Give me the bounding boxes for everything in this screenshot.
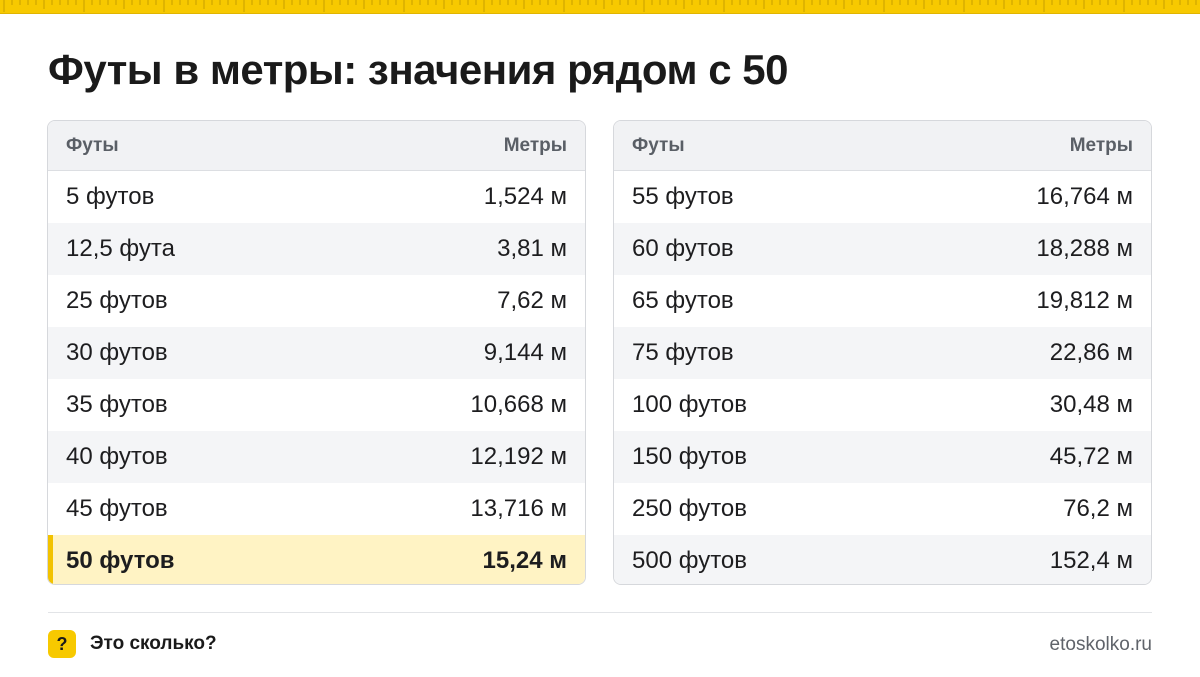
cell-meters: 3,81 м <box>497 235 567 262</box>
table-header: Футы Метры <box>48 121 585 171</box>
cell-meters: 13,716 м <box>470 495 567 522</box>
table-row: 150 футов 45,72 м <box>614 431 1151 483</box>
header-feet: Футы <box>632 134 685 156</box>
conversion-table-right: Футы Метры 55 футов 16,764 м 60 футов 18… <box>613 120 1152 585</box>
cell-feet: 5 футов <box>66 183 155 210</box>
table-row: 30 футов 9,144 м <box>48 327 585 379</box>
cell-meters: 76,2 м <box>1063 495 1133 522</box>
cell-feet: 75 футов <box>632 339 734 366</box>
ruler-strip <box>0 0 1200 14</box>
table-row: 35 футов 10,668 м <box>48 379 585 431</box>
cell-feet: 60 футов <box>632 235 734 262</box>
cell-feet: 12,5 фута <box>66 235 175 262</box>
ruler-ticks <box>3 0 1197 12</box>
footer-divider <box>48 612 1152 613</box>
table-row: 25 футов 7,62 м <box>48 275 585 327</box>
cell-meters: 19,812 м <box>1036 287 1133 314</box>
table-row-highlighted: 50 футов 15,24 м <box>48 535 585 584</box>
table-header: Футы Метры <box>614 121 1151 171</box>
table-row: 500 футов 152,4 м <box>614 535 1151 584</box>
cell-meters: 16,764 м <box>1036 183 1133 210</box>
cell-meters: 30,48 м <box>1049 391 1133 418</box>
cell-meters: 1,524 м <box>483 183 567 210</box>
cell-meters: 15,24 м <box>482 547 567 574</box>
site-url[interactable]: etoskolko.ru <box>1050 634 1152 656</box>
table-row: 100 футов 30,48 м <box>614 379 1151 431</box>
cell-meters: 10,668 м <box>470 391 567 418</box>
cell-meters: 7,62 м <box>497 287 567 314</box>
table-row: 75 футов 22,86 м <box>614 327 1151 379</box>
table-row: 5 футов 1,524 м <box>48 171 585 223</box>
cell-feet: 50 футов <box>66 547 175 574</box>
cell-feet: 500 футов <box>632 547 748 574</box>
brand-name: Это сколько? <box>90 633 217 654</box>
cell-feet: 45 футов <box>66 495 168 522</box>
page-title: Футы в метры: значения рядом с 50 <box>48 46 788 93</box>
table-row: 12,5 фута 3,81 м <box>48 223 585 275</box>
cell-meters: 22,86 м <box>1049 339 1133 366</box>
cell-meters: 45,72 м <box>1049 443 1133 470</box>
conversion-table-left: Футы Метры 5 футов 1,524 м 12,5 фута 3,8… <box>47 120 586 585</box>
table-row: 65 футов 19,812 м <box>614 275 1151 327</box>
question-mark-icon: ? <box>48 630 76 658</box>
cell-meters: 9,144 м <box>483 339 567 366</box>
header-feet: Футы <box>66 134 119 156</box>
cell-feet: 250 футов <box>632 495 748 522</box>
table-row: 250 футов 76,2 м <box>614 483 1151 535</box>
cell-feet: 40 футов <box>66 443 168 470</box>
cell-feet: 100 футов <box>632 391 748 418</box>
cell-feet: 25 футов <box>66 287 168 314</box>
brand-logo[interactable]: ? Это сколько? <box>48 630 217 658</box>
cell-meters: 12,192 м <box>470 443 567 470</box>
cell-feet: 150 футов <box>632 443 748 470</box>
header-meters: Метры <box>503 134 567 156</box>
header-meters: Метры <box>1069 134 1133 156</box>
cell-feet: 65 футов <box>632 287 734 314</box>
table-row: 40 футов 12,192 м <box>48 431 585 483</box>
cell-feet: 30 футов <box>66 339 168 366</box>
cell-feet: 35 футов <box>66 391 168 418</box>
table-row: 45 футов 13,716 м <box>48 483 585 535</box>
cell-feet: 55 футов <box>632 183 734 210</box>
cell-meters: 152,4 м <box>1049 547 1133 574</box>
cell-meters: 18,288 м <box>1036 235 1133 262</box>
table-row: 55 футов 16,764 м <box>614 171 1151 223</box>
table-row: 60 футов 18,288 м <box>614 223 1151 275</box>
